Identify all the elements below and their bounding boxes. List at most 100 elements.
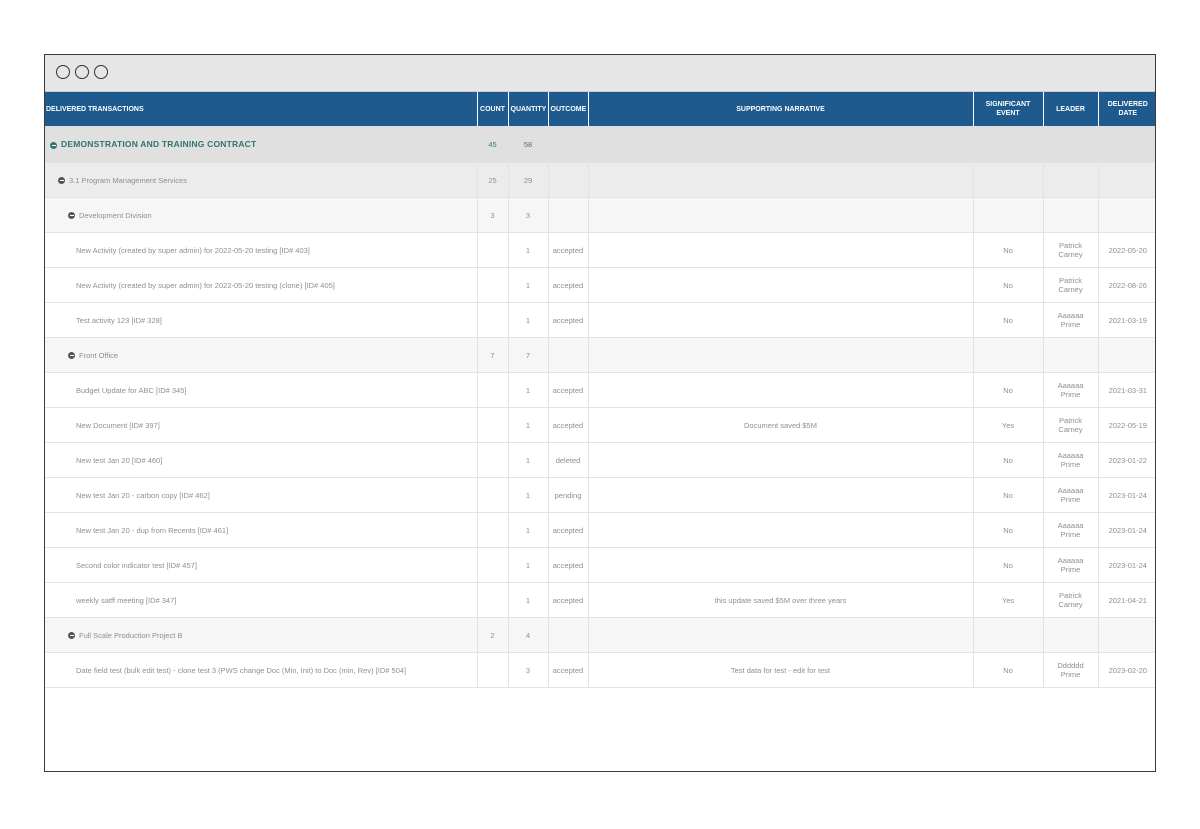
- row-delivered-date: 2022-08-26: [1098, 267, 1155, 303]
- division-group-row[interactable]: Front Office 7 7: [45, 337, 1155, 373]
- transaction-title[interactable]: Date field test (bulk edit test) - clone…: [45, 652, 478, 688]
- col-header-leader[interactable]: LEADER: [1043, 92, 1099, 126]
- service-count: 25: [477, 162, 509, 198]
- row-outcome: accepted: [548, 652, 589, 688]
- row-narrative: [588, 267, 974, 303]
- collapse-contract-icon[interactable]: [50, 141, 57, 149]
- row-narrative: [588, 547, 974, 583]
- col-header-delivered-date[interactable]: DELIVERED DATE: [1098, 92, 1155, 126]
- collapse-division-icon[interactable]: [68, 632, 75, 640]
- row-quantity: 1: [508, 547, 549, 583]
- transaction-title[interactable]: Budget Update for ABC [ID# 345]: [45, 372, 478, 408]
- division-count: 2: [477, 617, 509, 653]
- row-significant-event: No: [973, 372, 1044, 408]
- row-leader: Patrick Carney: [1043, 582, 1099, 618]
- table-row[interactable]: New Activity (created by super admin) fo…: [45, 267, 1155, 303]
- row-leader: Patrick Carney: [1043, 407, 1099, 443]
- row-significant-event: Yes: [973, 407, 1044, 443]
- row-significant-event: No: [973, 232, 1044, 268]
- row-outcome: accepted: [548, 407, 589, 443]
- row-quantity: 1: [508, 267, 549, 303]
- row-delivered-date: 2021-03-31: [1098, 372, 1155, 408]
- division-name: Front Office: [79, 350, 119, 360]
- col-header-count[interactable]: COUNT: [477, 92, 509, 126]
- collapse-service-icon[interactable]: [58, 177, 65, 185]
- row-count: [477, 302, 509, 338]
- transaction-title[interactable]: New Activity (created by super admin) fo…: [45, 232, 478, 268]
- window-control-2-icon[interactable]: [75, 65, 89, 79]
- transaction-title[interactable]: New test Jan 20 [ID# 460]: [45, 442, 478, 478]
- table-row[interactable]: New test Jan 20 [ID# 460] 1 deleted No Aaaaa…: [45, 442, 1155, 478]
- table-row[interactable]: Second color indicator test [ID# 457] 1 ac…: [45, 547, 1155, 583]
- row-leader: Aaaaaa Prime: [1043, 477, 1099, 513]
- row-quantity: 1: [508, 372, 549, 408]
- col-header-quantity[interactable]: QUANTITY: [508, 92, 549, 126]
- row-significant-event: No: [973, 477, 1044, 513]
- row-narrative: Test data for test - edit for test: [588, 652, 974, 688]
- contract-group-row[interactable]: DEMONSTRATION AND TRAINING CONTRACT 45 5…: [45, 126, 1155, 163]
- row-quantity: 1: [508, 407, 549, 443]
- col-header-significant-event[interactable]: SIGNIFICANT EVENT: [973, 92, 1044, 126]
- row-leader: Patrick Carney: [1043, 232, 1099, 268]
- service-group-row[interactable]: 3.1 Program Management Services 25 29: [45, 162, 1155, 198]
- row-narrative: [588, 477, 974, 513]
- row-count: [477, 652, 509, 688]
- table-body: DEMONSTRATION AND TRAINING CONTRACT 45 5…: [45, 126, 1155, 688]
- transaction-title[interactable]: New Document [ID# 397]: [45, 407, 478, 443]
- row-narrative: [588, 512, 974, 548]
- table-row[interactable]: New Document [ID# 397] 1 accepted Document …: [45, 407, 1155, 443]
- col-header-outcome[interactable]: OUTCOME: [548, 92, 589, 126]
- contract-name: DEMONSTRATION AND TRAINING CONTRACT: [61, 139, 257, 149]
- division-quantity: 3: [508, 197, 549, 233]
- contract-quantity: 58: [508, 126, 549, 163]
- division-group-row[interactable]: Development Division 3 3: [45, 197, 1155, 233]
- transaction-title[interactable]: weekly satff meeting [ID# 347]: [45, 582, 478, 618]
- row-delivered-date: 2021-03-19: [1098, 302, 1155, 338]
- window-control-3-icon[interactable]: [94, 65, 108, 79]
- row-delivered-date: 2023-01-22: [1098, 442, 1155, 478]
- transaction-title[interactable]: New Activity (created by super admin) fo…: [45, 267, 478, 303]
- col-header-narrative[interactable]: SUPPORTING NARRATIVE: [588, 92, 974, 126]
- table-row[interactable]: New Activity (created by super admin) fo…: [45, 232, 1155, 268]
- transaction-title[interactable]: Test activity 123 [ID# 328]: [45, 302, 478, 338]
- row-count: [477, 547, 509, 583]
- col-header-transactions[interactable]: DELIVERED TRANSACTIONS: [45, 92, 478, 126]
- window-control-1-icon[interactable]: [56, 65, 70, 79]
- table-row[interactable]: New test Jan 20 - carbon copy [ID# 462] 1…: [45, 477, 1155, 513]
- row-outcome: accepted: [548, 547, 589, 583]
- row-significant-event: Yes: [973, 582, 1044, 618]
- row-narrative: [588, 302, 974, 338]
- row-significant-event: No: [973, 547, 1044, 583]
- division-group-row[interactable]: Full Scale Production Project B 24: [45, 617, 1155, 653]
- division-name: Full Scale Production Project B: [79, 630, 183, 640]
- row-outcome: deleted: [548, 442, 589, 478]
- row-delivered-date: 2023-01-24: [1098, 477, 1155, 513]
- table-row[interactable]: Test activity 123 [ID# 328] 1 accepted No Aa…: [45, 302, 1155, 338]
- row-outcome: accepted: [548, 512, 589, 548]
- row-count: [477, 477, 509, 513]
- collapse-division-icon[interactable]: [68, 212, 75, 220]
- table-row[interactable]: New test Jan 20 - dup from Recents [ID# …: [45, 512, 1155, 548]
- row-quantity: 1: [508, 582, 549, 618]
- row-quantity: 1: [508, 302, 549, 338]
- row-narrative: [588, 442, 974, 478]
- transaction-title[interactable]: New test Jan 20 - carbon copy [ID# 462]: [45, 477, 478, 513]
- table-row[interactable]: Budget Update for ABC [ID# 345] 1 accepted…: [45, 372, 1155, 408]
- row-quantity: 1: [508, 477, 549, 513]
- window-titlebar: [45, 55, 1155, 92]
- row-count: [477, 267, 509, 303]
- row-quantity: 1: [508, 442, 549, 478]
- table-row[interactable]: weekly satff meeting [ID# 347] 1 accepted t…: [45, 582, 1155, 618]
- row-count: [477, 372, 509, 408]
- row-leader: Aaaaaa Prime: [1043, 372, 1099, 408]
- row-significant-event: No: [973, 442, 1044, 478]
- table-row[interactable]: Date field test (bulk edit test) - clone…: [45, 652, 1155, 688]
- row-significant-event: No: [973, 652, 1044, 688]
- table-header-row: DELIVERED TRANSACTIONS COUNT QUANTITY OU…: [45, 92, 1155, 126]
- transaction-title[interactable]: Second color indicator test [ID# 457]: [45, 547, 478, 583]
- row-narrative: this update saved $5M over three years: [588, 582, 974, 618]
- row-delivered-date: 2022-05-20: [1098, 232, 1155, 268]
- transaction-title[interactable]: New test Jan 20 - dup from Recents [ID# …: [45, 512, 478, 548]
- collapse-division-icon[interactable]: [68, 352, 75, 360]
- division-quantity: 7: [508, 337, 549, 373]
